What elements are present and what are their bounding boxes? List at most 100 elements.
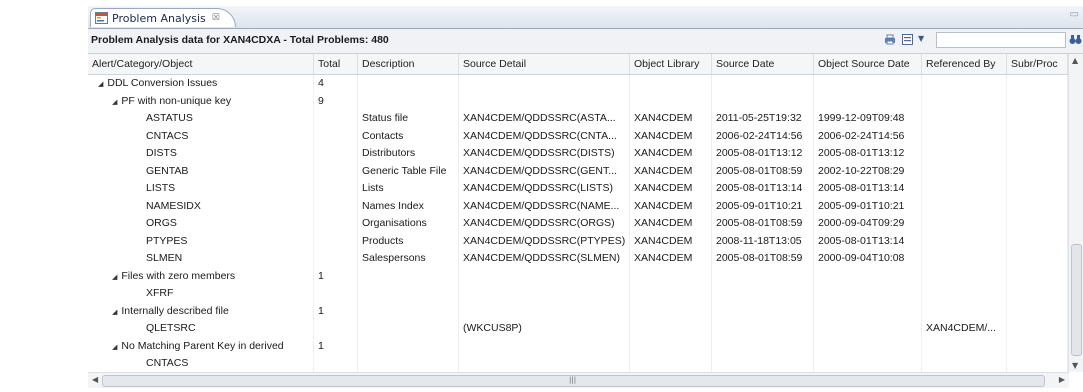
cell-desc: Names Index [358,197,459,215]
cell-name: CNTACS [88,127,314,145]
table-row[interactable]: ORGS Organisations XAN4CDEM/QDDSSRC(ORGS) X… [88,215,1068,233]
scroll-down-icon[interactable]: ▼ [1072,361,1078,370]
cell-total [314,145,358,163]
table-row[interactable]: SLMEN Salespersons XAN4CDEM/QDDSSRC(SLMEN)… [88,250,1068,268]
expand-twisty-icon[interactable]: ◢ [98,81,103,88]
table-row[interactable]: XFRF [88,285,1068,303]
vertical-scrollbar[interactable]: ▲ ▼ [1068,54,1083,372]
filter-input[interactable] [936,32,1066,48]
print-icon[interactable] [884,34,896,48]
cell-desc: Products [358,232,459,250]
cell-ref [922,285,1007,303]
cell-odate [814,355,922,372]
table-row[interactable]: GENTAB Generic Table File XAN4CDEM/QDDSSRC… [88,162,1068,180]
col-description[interactable]: Description [358,54,459,74]
horizontal-scroll-thumb[interactable]: ||| [102,375,1045,387]
table-row[interactable]: PTYPES Products XAN4CDEM/QDDSSRC(PTYPES) XA… [88,232,1068,250]
cell-ref [922,250,1007,268]
expand-twisty-icon[interactable]: ◢ [112,344,117,351]
cell-sdate [712,302,814,320]
horizontal-scrollbar[interactable]: ◀ ||| ▶ [88,372,1069,388]
problem-tree-table[interactable]: Alert/Category/Object Total Description … [88,54,1083,372]
table-row[interactable]: DISTS Distributors XAN4CDEM/QDDSSRC(DISTS)… [88,145,1068,163]
expand-twisty-icon[interactable]: ◢ [112,274,117,281]
row-label: DDL Conversion Issues [107,77,218,89]
cell-sdate: 2008-11-18T13:05 [712,232,814,250]
cell-sdate: 2005-08-01T08:59 [712,162,814,180]
minimize-icon[interactable]: ▭ [1070,9,1079,20]
view-menu-icon[interactable] [902,34,914,48]
col-total[interactable]: Total [314,54,358,74]
cell-src: XAN4CDEM/QDDSSRC(NAME... [459,197,630,215]
cell-sdate: 2005-08-01T13:12 [712,145,814,163]
cell-desc: Distributors [358,145,459,163]
cell-name: ASTATUS [88,110,314,128]
cell-total [314,232,358,250]
cell-sub [1007,320,1068,338]
col-source-detail[interactable]: Source Detail [459,54,630,74]
cell-total [314,250,358,268]
cell-lib: XAN4CDEM [630,180,712,198]
col-object-source-date[interactable]: Object Source Date [814,54,922,74]
scroll-up-icon[interactable]: ▲ [1072,56,1078,65]
close-icon[interactable]: ☒ [212,13,220,23]
cell-name: LISTS [88,180,314,198]
expand-twisty-icon[interactable]: ◢ [112,309,117,316]
cell-lib [630,337,712,355]
cell-src [459,92,630,110]
cell-sub [1007,110,1068,128]
cell-total [314,162,358,180]
col-source-date[interactable]: Source Date [712,54,814,74]
cell-ref [922,337,1007,355]
cell-odate: 2000-09-04T09:29 [814,215,922,233]
binoculars-icon[interactable] [1069,34,1082,48]
cell-name: XFRF [88,285,314,303]
cell-ref [922,197,1007,215]
col-referenced-by[interactable]: Referenced By [922,54,1007,74]
cell-sub [1007,127,1068,145]
table-row[interactable]: LISTS Lists XAN4CDEM/QDDSSRC(LISTS) XAN4CDE… [88,180,1068,198]
scroll-left-icon[interactable]: ◀ [92,375,98,384]
cell-name: ◢ Files with zero members [88,267,314,285]
col-alert-category-object[interactable]: Alert/Category/Object [88,54,314,74]
cell-src: XAN4CDEM/QDDSSRC(GENT... [459,162,630,180]
cell-name: QLETSRC [88,320,314,338]
table-row[interactable]: ◢ Files with zero members 1 [88,267,1068,285]
table-row[interactable]: ◢ PF with non-unique key 9 [88,92,1068,110]
scroll-right-icon[interactable]: ▶ [1059,375,1065,384]
cell-total: 1 [314,302,358,320]
cell-odate [814,320,922,338]
tab-problem-analysis[interactable]: Problem Analysis ☒ [90,8,236,27]
col-object-library[interactable]: Object Library [630,54,712,74]
cell-desc: Salespersons [358,250,459,268]
cell-odate: 2005-09-01T10:21 [814,197,922,215]
table-row[interactable]: ◢ No Matching Parent Key in derived 1 [88,337,1068,355]
table-row[interactable]: ASTATUS Status file XAN4CDEM/QDDSSRC(ASTA.… [88,110,1068,128]
table-row[interactable]: ◢ Internally described file 1 [88,302,1068,320]
cell-desc [358,320,459,338]
cell-ref [922,162,1007,180]
cell-src [459,285,630,303]
cell-sub [1007,232,1068,250]
cell-desc: Organisations [358,215,459,233]
chevron-down-icon[interactable]: ▼ [918,34,924,43]
table-row[interactable]: CNTACS Contacts XAN4CDEM/QDDSSRC(CNTA... XA… [88,127,1068,145]
cell-odate: 2000-09-04T10:08 [814,250,922,268]
expand-twisty-icon[interactable]: ◢ [112,99,117,106]
cell-odate [814,285,922,303]
cell-sub [1007,162,1068,180]
vertical-scroll-thumb[interactable] [1071,244,1082,356]
table-row[interactable]: NAMESIDX Names Index XAN4CDEM/QDDSSRC(NAME… [88,197,1068,215]
table-row[interactable]: ◢ DDL Conversion Issues 4 [88,75,1068,93]
cell-src: XAN4CDEM/QDDSSRC(LISTS) [459,180,630,198]
table-row[interactable]: QLETSRC (WKCUS8P) XAN4CDEM/... [88,320,1068,338]
table-row[interactable]: CNTACS [88,355,1068,372]
cell-ref [922,127,1007,145]
cell-sdate: 2005-08-01T08:59 [712,250,814,268]
cell-sub [1007,75,1068,93]
cell-total [314,215,358,233]
row-label: Files with zero members [121,269,236,282]
col-subr-proc[interactable]: Subr/Proc [1007,54,1068,74]
cell-desc [358,337,459,355]
row-label: ASTATUS [146,112,193,124]
